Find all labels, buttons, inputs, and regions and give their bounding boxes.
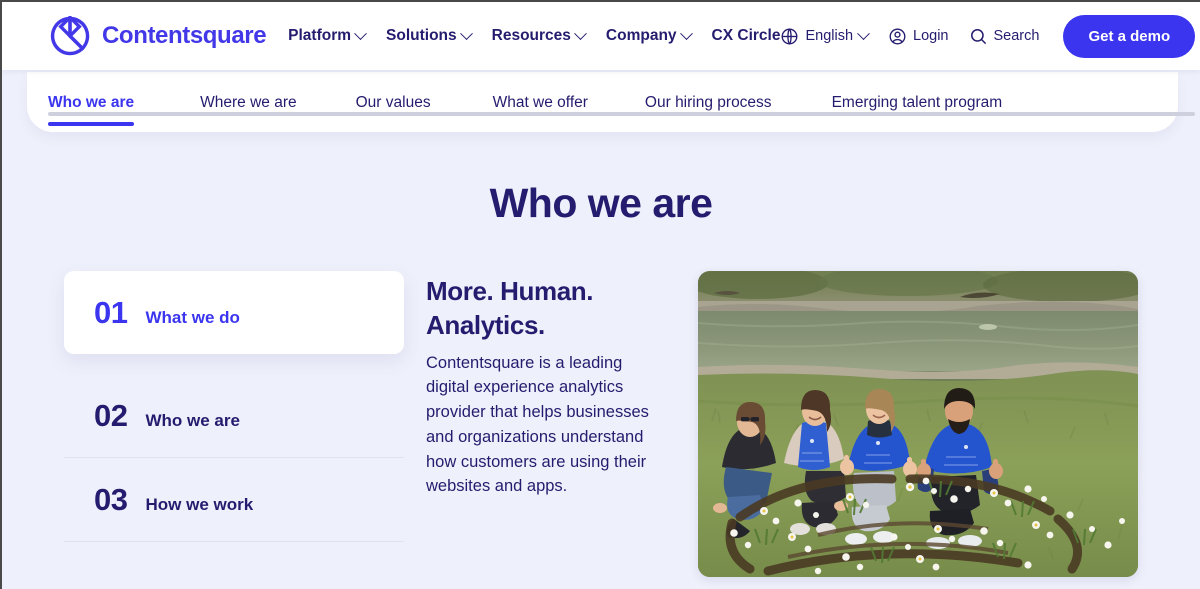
chevron-down-icon — [679, 26, 693, 40]
accordion-number: 01 — [94, 295, 128, 330]
accordion-gap — [64, 354, 404, 374]
main-navigation: Platform Solutions Resources Company CX … — [288, 26, 781, 45]
accordion-item-who-we-are[interactable]: 02 Who we are — [64, 374, 404, 457]
contentsquare-logo-icon — [50, 16, 90, 56]
tab-who-we-are[interactable]: Who we are — [48, 94, 135, 126]
accordion-item-what-we-do[interactable]: 01 What we do — [64, 271, 404, 354]
tab-where-we-are[interactable]: Where we are — [200, 94, 296, 126]
get-a-demo-button[interactable]: Get a demo — [1063, 14, 1196, 58]
panel-heading-line-1: More. Human. — [426, 276, 594, 306]
accordion-number: 02 — [94, 398, 128, 433]
login-link[interactable]: Login — [888, 27, 949, 46]
accordion-number: 03 — [94, 482, 128, 517]
language-label: English — [805, 28, 854, 44]
accordion-label: What we do — [145, 308, 240, 327]
chevron-down-icon — [459, 26, 473, 40]
search-trigger[interactable]: Search — [969, 27, 1040, 46]
tab-our-values[interactable]: Our values — [356, 94, 431, 126]
panel-heading: More. Human. Analytics. — [426, 275, 658, 343]
globe-icon — [780, 27, 799, 46]
chevron-down-icon — [574, 26, 587, 40]
nav-item-company[interactable]: Company — [605, 26, 693, 45]
team-photo — [698, 271, 1138, 577]
section-content: 01 What we do 02 Who we are 03 How we wo… — [2, 271, 1200, 577]
accordion-label: Who we are — [145, 411, 240, 430]
nav-label: Platform — [288, 27, 352, 44]
header-utilities: English Login Search Get a demo — [780, 14, 1196, 58]
tab-our-hiring-process[interactable]: Our hiring process — [645, 94, 772, 126]
chevron-down-icon — [857, 26, 870, 40]
nav-item-cx-circle[interactable]: CX Circle — [712, 27, 781, 45]
page-stage: Who we are 01 What we do 02 Who we are 0… — [2, 70, 1200, 589]
tab-what-we-offer[interactable]: What we offer — [493, 94, 588, 126]
search-icon — [969, 27, 988, 46]
nav-label: Solutions — [386, 27, 457, 44]
user-circle-icon — [888, 27, 907, 46]
accordion-item-how-we-work[interactable]: 03 How we work — [64, 457, 404, 542]
nav-label: Company — [605, 27, 677, 44]
accordion-label: How we work — [145, 495, 254, 514]
tab-emerging-talent-program[interactable]: Emerging talent program — [832, 94, 1003, 126]
chevron-down-icon — [354, 26, 367, 40]
nav-label: CX Circle — [711, 27, 781, 44]
panel-text-column: More. Human. Analytics. Contentsquare is… — [426, 271, 658, 577]
brand-logo[interactable]: Contentsquare — [50, 16, 267, 56]
site-header: Contentsquare Platform Solutions Resourc… — [2, 2, 1200, 70]
panel-photo-column — [698, 271, 1138, 577]
panel-body-text: Contentsquare is a leading digital exper… — [426, 353, 649, 496]
login-label: Login — [913, 28, 949, 44]
subnav-scrollbar[interactable] — [48, 112, 1195, 116]
accordion-list: 01 What we do 02 Who we are 03 How we wo… — [64, 271, 404, 577]
nav-item-resources[interactable]: Resources — [491, 26, 587, 45]
nav-item-platform[interactable]: Platform — [288, 26, 367, 45]
nav-item-solutions[interactable]: Solutions — [386, 26, 473, 45]
nav-label: Resources — [491, 27, 571, 44]
subnav-tablist: Who we are Where we are Our values What … — [27, 72, 1178, 132]
section-subnav: Who we are Where we are Our values What … — [27, 72, 1195, 132]
search-label: Search — [993, 28, 1040, 44]
page-title: Who we are — [489, 180, 713, 226]
brand-name: Contentsquare — [102, 22, 267, 49]
panel-heading-line-2: Analytics. — [426, 309, 545, 340]
language-selector[interactable]: English — [780, 26, 870, 46]
